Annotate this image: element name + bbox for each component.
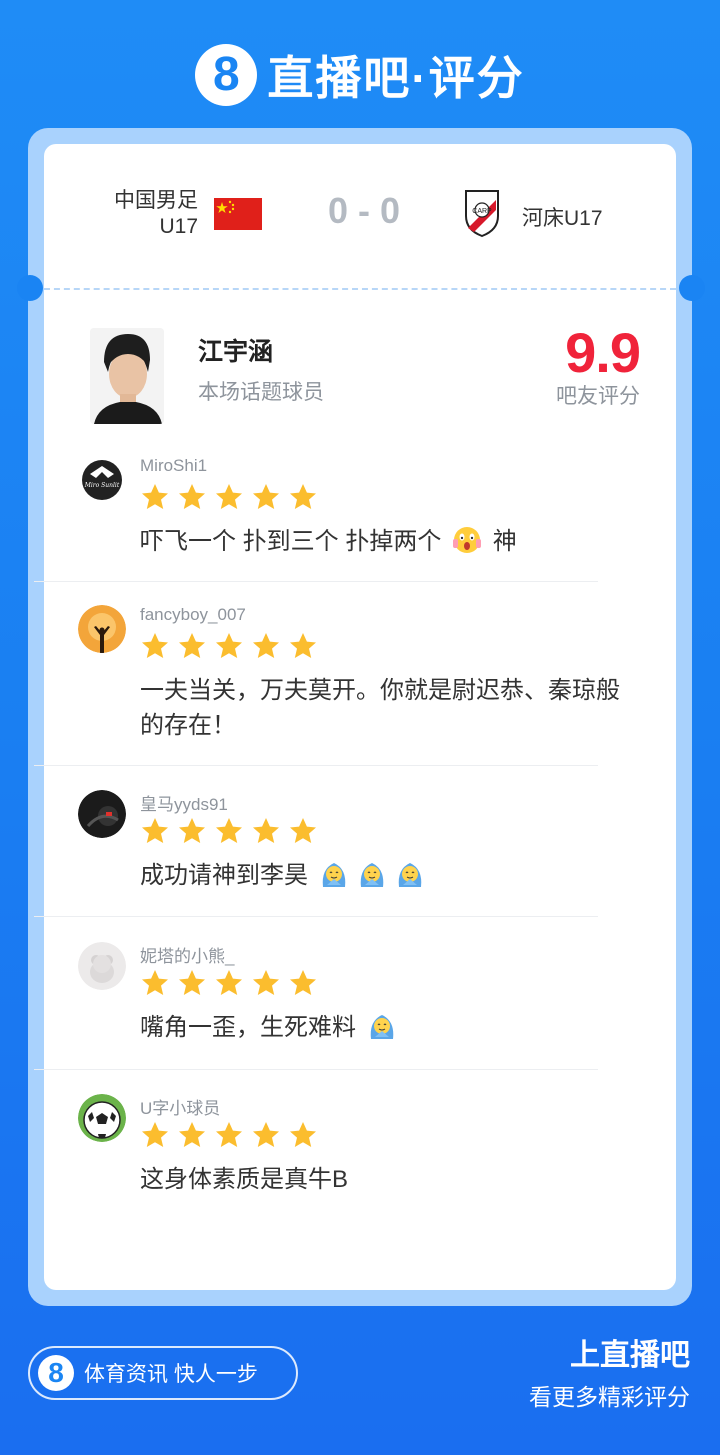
shocked-emoji-icon [453,527,482,553]
star-icon [142,818,168,843]
user-avatar: Miro Sunlit [78,456,126,504]
home-team-name: 中国男足 U17 [114,188,198,240]
star-icon [253,970,279,995]
comment-username: U字小球员 [140,1099,221,1118]
comment-text-body: 吓飞一个 扑到三个 扑掉两个 [140,528,442,555]
comment-username: 皇马yyds91 [140,795,228,814]
star-icon [290,633,316,658]
comment-text: 嘴角一歪，生死难料 [140,1010,640,1045]
star-icon [216,818,242,843]
star-rating [140,631,325,661]
match-score: 0 - 0 [327,190,401,231]
praying-emoji-icon [370,1015,393,1039]
praying-emoji-icon [398,863,421,887]
comment-text-body: 成功请神到李昊 [140,862,308,889]
comment-text: 一夫当关，万夫莫开。你就是尉迟恭、秦琼般的存在！ [140,677,620,739]
star-icon [290,818,316,843]
player-subtitle: 本场话题球员 [198,381,324,404]
star-rating [140,1120,325,1150]
star-icon [290,1122,316,1147]
star-icon [216,484,242,509]
star-rating [140,816,325,846]
player-rating: 9.9 [565,321,641,384]
comment-divider [34,765,598,766]
star-icon [216,970,242,995]
comment-item: fancyboy_007 一夫当关，万夫莫开。你就是尉迟恭、秦琼般的存在！ [44,605,676,745]
praying-emoji-icon [322,863,345,887]
comment-username: fancyboy_007 [140,605,246,624]
comment-item: U字小球员 这身体素质是真牛B [44,1094,676,1204]
comment-text: 这身体素质是真牛B [140,1166,349,1193]
app-header: 8 直播吧·评分 [0,40,720,110]
star-icon [253,818,279,843]
star-icon [290,970,316,995]
praying-emoji-icon [360,863,383,887]
away-team-name: 河床U17 [522,207,603,230]
dashed-divider [44,288,676,290]
star-icon [179,1122,205,1147]
comment-item: 妮塔的小熊_ 嘴角一歪，生死难料 [44,942,676,1052]
svg-text:CARP: CARP [472,208,492,215]
star-icon [142,970,168,995]
svg-text:Miro Sunlit: Miro Sunlit [84,482,120,489]
cta-title: 上直播吧 [570,1339,690,1372]
cta-subtitle: 看更多精彩评分 [529,1384,690,1410]
comment-username: 妮塔的小熊_ [140,947,235,966]
player-photo [90,328,164,424]
ticket-notch-left [17,275,43,301]
star-icon [216,633,242,658]
comment-divider [34,581,598,582]
comment-text: 吓飞一个 扑到三个 扑掉两个 神 [140,524,640,559]
home-team-name-line2: U17 [159,215,198,238]
zhibo8-logo-icon: 8 [38,1355,74,1391]
star-icon [179,818,205,843]
emoji-group [315,862,429,889]
star-icon [179,970,205,995]
comment-item: Miro Sunlit MiroShi1 吓飞一个 扑到三个 扑掉两个 神 [44,456,676,556]
star-icon [253,484,279,509]
slogan-pill: 8 体育资讯 快人一步 [28,1346,298,1400]
player-name: 江宇涵 [198,338,274,366]
star-icon [216,1122,242,1147]
zhibo8-logo-icon: 8 [195,44,258,106]
star-icon [142,1122,168,1147]
user-avatar [78,790,126,838]
star-icon [142,633,168,658]
comment-item: 皇马yyds91 成功请神到李昊 [44,790,676,900]
star-rating [140,968,325,998]
user-avatar [78,942,126,990]
match-header: 中国男足 U17 0 - 0 CARP 河床U17 [44,172,676,262]
emoji-group [363,1014,401,1041]
star-icon [253,1122,279,1147]
comment-username: MiroShi1 [140,456,208,475]
star-icon [142,484,168,509]
player-summary: 江宇涵 本场话题球员 9.9 吧友评分 [44,310,676,430]
river-plate-badge-icon: CARP [465,190,499,238]
user-avatar [78,605,126,653]
slogan-text: 体育资讯 快人一步 [84,1363,258,1386]
star-icon [253,633,279,658]
comment-text: 成功请神到李昊 [140,858,640,893]
star-icon [290,484,316,509]
star-rating [140,482,325,512]
user-avatar [78,1094,126,1142]
star-icon [179,633,205,658]
comment-text-tail: 神 [492,528,517,555]
app-title: 直播吧·评分 [267,52,525,104]
comment-text-body: 嘴角一歪，生死难料 [140,1014,356,1041]
star-icon [179,484,205,509]
home-team-name-line1: 中国男足 [114,189,198,212]
comment-divider [34,1069,598,1070]
rating-label: 吧友评分 [556,385,640,408]
china-flag-icon [214,198,262,230]
comment-divider [34,916,598,917]
ticket-notch-right [679,275,705,301]
